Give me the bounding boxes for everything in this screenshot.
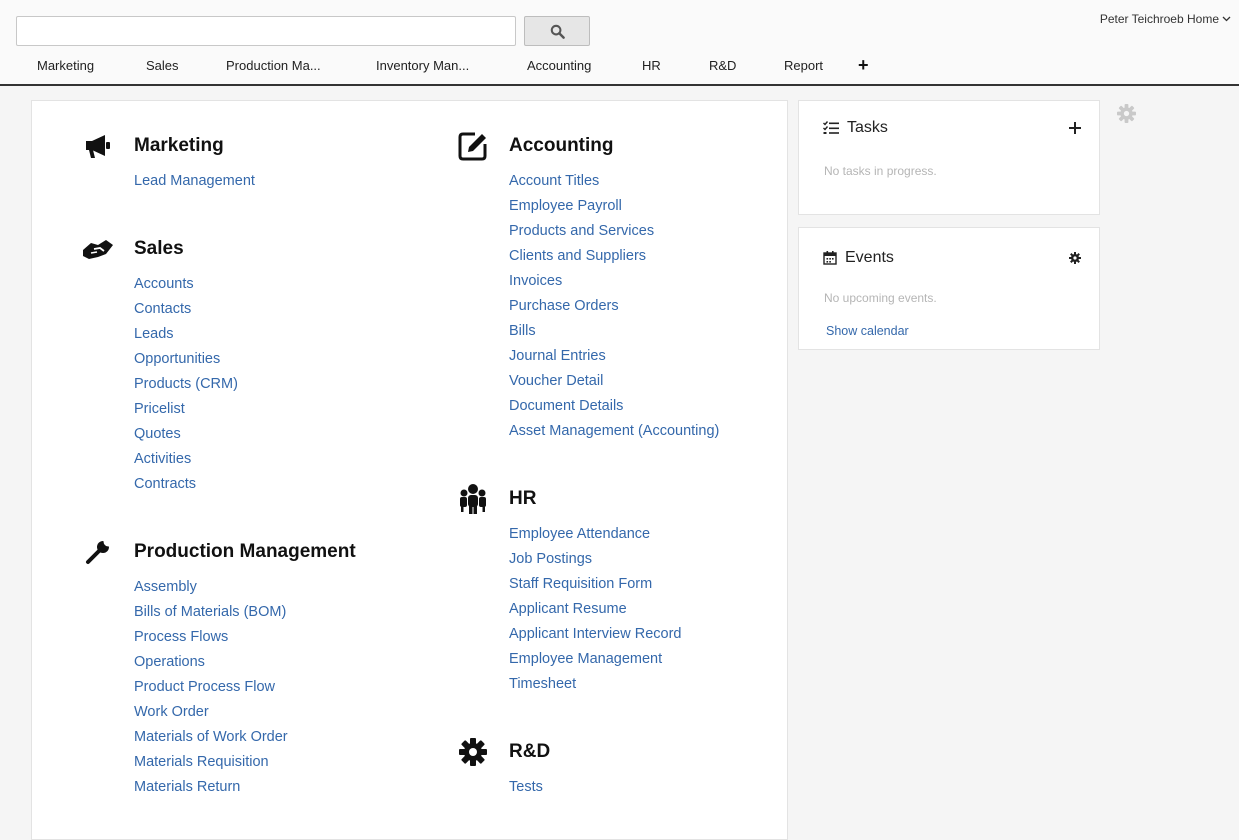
events-card: Events No upcoming events. Show calendar (798, 227, 1100, 350)
link-activities[interactable]: Activities (134, 451, 191, 467)
link-work-order[interactable]: Work Order (134, 704, 209, 720)
tab-marketing[interactable]: Marketing (37, 58, 94, 73)
link-contracts[interactable]: Contracts (134, 476, 196, 492)
chevron-down-icon (1222, 16, 1231, 22)
tasks-empty-message: No tasks in progress. (824, 164, 937, 178)
link-assembly[interactable]: Assembly (134, 579, 197, 595)
link-tests[interactable]: Tests (509, 779, 543, 795)
link-applicant-resume[interactable]: Applicant Resume (509, 601, 627, 617)
users-icon (457, 483, 489, 515)
link-staff-requisition-form[interactable]: Staff Requisition Form (509, 576, 652, 592)
wrench-icon (82, 536, 114, 568)
gear-icon (1117, 104, 1136, 123)
link-employee-management[interactable]: Employee Management (509, 651, 662, 667)
modules-panel: Marketing Lead Management Sales Accounts… (31, 100, 788, 840)
link-bills[interactable]: Bills (509, 323, 536, 339)
link-employee-payroll[interactable]: Employee Payroll (509, 198, 622, 214)
link-pricelist[interactable]: Pricelist (134, 401, 185, 417)
user-menu-label: Peter Teichroeb Home (1099, 12, 1219, 26)
events-title: Events (845, 249, 894, 266)
link-clients-and-suppliers[interactable]: Clients and Suppliers (509, 248, 646, 264)
link-leads[interactable]: Leads (134, 326, 174, 342)
link-products-and-services[interactable]: Products and Services (509, 223, 654, 239)
link-purchase-orders[interactable]: Purchase Orders (509, 298, 619, 314)
link-quotes[interactable]: Quotes (134, 426, 181, 442)
add-task-button[interactable] (1069, 121, 1081, 139)
link-timesheet[interactable]: Timesheet (509, 676, 576, 692)
link-materials-of-work-order[interactable]: Materials of Work Order (134, 729, 288, 745)
link-asset-management-accounting[interactable]: Asset Management (Accounting) (509, 423, 719, 439)
link-voucher-detail[interactable]: Voucher Detail (509, 373, 603, 389)
link-product-process-flow[interactable]: Product Process Flow (134, 679, 275, 695)
plus-icon (1069, 122, 1081, 134)
module-accounting: Accounting Account Titles Employee Payro… (457, 131, 719, 447)
link-operations[interactable]: Operations (134, 654, 205, 670)
link-invoices[interactable]: Invoices (509, 273, 562, 289)
module-hr: HR Employee Attendance Job Postings Staf… (457, 484, 681, 700)
top-bar: Peter Teichroeb Home Marketing Sales Pro… (0, 0, 1239, 86)
link-accounts[interactable]: Accounts (134, 276, 194, 292)
task-list-icon (823, 121, 839, 134)
events-settings-button[interactable] (1069, 251, 1081, 269)
link-opportunities[interactable]: Opportunities (134, 351, 220, 367)
tab-hr[interactable]: HR (642, 58, 661, 73)
link-employee-attendance[interactable]: Employee Attendance (509, 526, 650, 542)
link-applicant-interview-record[interactable]: Applicant Interview Record (509, 626, 681, 642)
link-materials-requisition[interactable]: Materials Requisition (134, 754, 269, 770)
link-contacts[interactable]: Contacts (134, 301, 191, 317)
module-production-management: Production Management Assembly Bills of … (82, 537, 356, 803)
search-input[interactable] (16, 16, 516, 46)
link-bills-of-materials[interactable]: Bills of Materials (BOM) (134, 604, 286, 620)
search-button[interactable] (524, 16, 590, 46)
handshake-icon (82, 233, 114, 265)
tab-sales[interactable]: Sales (146, 58, 179, 73)
module-title-rnd: R&D (509, 741, 551, 762)
search-icon (550, 24, 565, 39)
link-process-flows[interactable]: Process Flows (134, 629, 228, 645)
link-account-titles[interactable]: Account Titles (509, 173, 599, 189)
link-lead-management[interactable]: Lead Management (134, 173, 255, 189)
module-marketing: Marketing Lead Management (82, 131, 255, 197)
tasks-card: Tasks No tasks in progress. (798, 100, 1100, 215)
tab-rnd[interactable]: R&D (709, 58, 736, 73)
link-document-details[interactable]: Document Details (509, 398, 623, 414)
module-title-production-management: Production Management (134, 541, 356, 562)
tab-inventory-management[interactable]: Inventory Man... (376, 58, 469, 73)
module-sales: Sales Accounts Contacts Leads Opportunit… (82, 234, 238, 500)
module-title-hr: HR (509, 488, 537, 509)
link-journal-entries[interactable]: Journal Entries (509, 348, 606, 364)
events-empty-message: No upcoming events. (824, 291, 937, 305)
module-rnd: R&D Tests (457, 737, 550, 803)
user-menu[interactable]: Peter Teichroeb Home (1100, 12, 1231, 26)
dashboard-settings-button[interactable] (1117, 104, 1136, 128)
link-materials-return[interactable]: Materials Return (134, 779, 240, 795)
calendar-icon (823, 251, 837, 265)
edit-icon (457, 130, 489, 162)
module-title-marketing: Marketing (134, 135, 224, 156)
gear-icon (457, 736, 489, 768)
show-calendar-link[interactable]: Show calendar (826, 324, 909, 338)
tasks-title: Tasks (847, 119, 888, 136)
link-job-postings[interactable]: Job Postings (509, 551, 592, 567)
tab-accounting[interactable]: Accounting (527, 58, 591, 73)
megaphone-icon (82, 130, 114, 162)
add-tab-button[interactable]: + (858, 55, 869, 76)
link-products-crm[interactable]: Products (CRM) (134, 376, 238, 392)
tab-production-management[interactable]: Production Ma... (226, 58, 321, 73)
tab-report[interactable]: Report (784, 58, 823, 73)
module-title-accounting: Accounting (509, 135, 614, 156)
module-title-sales: Sales (134, 238, 184, 259)
gear-icon (1069, 252, 1081, 264)
